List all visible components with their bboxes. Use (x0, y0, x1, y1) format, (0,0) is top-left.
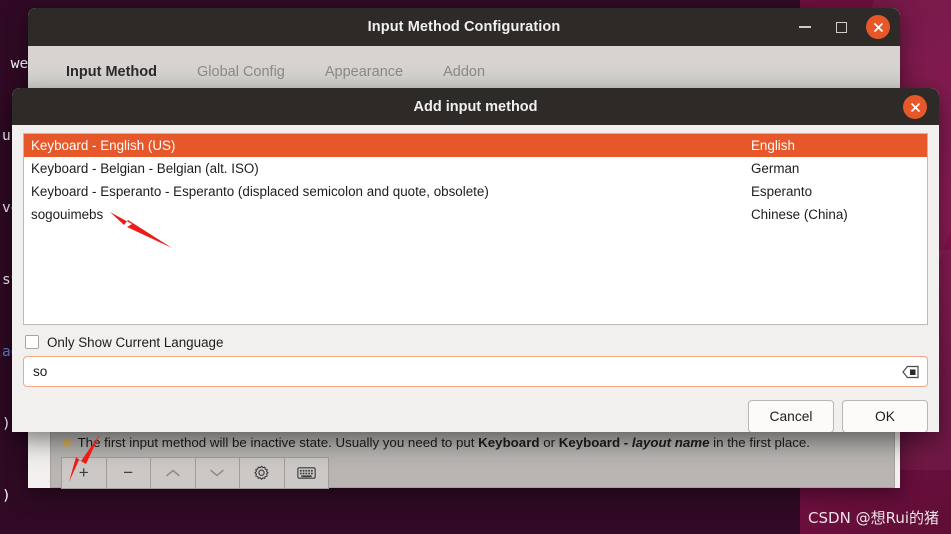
list-item-name: Keyboard - Belgian - Belgian (alt. ISO) (31, 161, 259, 176)
keyboard-icon[interactable] (284, 458, 328, 488)
desktop: were us-1.0 ve' to stalle ad ) ) ) ) ) )… (0, 0, 951, 534)
window-titlebar[interactable]: Input Method Configuration (28, 8, 900, 46)
remove-input-method-button[interactable]: − (106, 458, 151, 488)
hint-row: ★ The first input method will be inactiv… (61, 431, 894, 453)
dialog-content: Keyboard - English (US) English Keyboard… (12, 125, 939, 432)
backspace-clear-icon[interactable] (902, 365, 919, 378)
tab-bar: Input Method Global Config Appearance Ad… (28, 46, 900, 92)
dialog-titlebar[interactable]: Add input method (12, 88, 939, 125)
dialog-button-row: Cancel OK (23, 387, 928, 432)
input-method-toolbar: + − (61, 457, 329, 489)
move-up-button[interactable] (151, 458, 196, 488)
minimize-button[interactable] (794, 16, 816, 38)
input-method-hint-strip: ★ The first input method will be inactiv… (50, 426, 895, 489)
ok-button[interactable]: OK (842, 400, 928, 432)
window-title: Input Method Configuration (367, 19, 561, 35)
maximize-button[interactable] (830, 16, 852, 38)
list-item-name: Keyboard - English (US) (31, 138, 176, 153)
add-input-method-dialog: Add input method Keyboard - English (US)… (12, 88, 939, 432)
search-input-value: so (33, 364, 48, 379)
close-icon[interactable] (903, 95, 927, 119)
list-item-name: sogouimebs (31, 207, 104, 222)
list-item[interactable]: sogouimebs Chinese (China) (24, 203, 927, 226)
list-item-language: Chinese (China) (751, 207, 848, 222)
list-item-language: Esperanto (751, 184, 813, 199)
dialog-title: Add input method (413, 98, 538, 115)
only-show-current-language-checkbox[interactable] (25, 335, 39, 349)
list-item[interactable]: Keyboard - English (US) English (24, 134, 927, 157)
star-icon: ★ (61, 434, 74, 450)
input-method-list[interactable]: Keyboard - English (US) English Keyboard… (23, 133, 928, 325)
dialog-close-wrap (903, 95, 927, 119)
list-item[interactable]: Keyboard - Belgian - Belgian (alt. ISO) … (24, 157, 927, 180)
list-item[interactable]: Keyboard - Esperanto - Esperanto (displa… (24, 180, 927, 203)
move-down-button[interactable] (195, 458, 240, 488)
gear-icon[interactable] (240, 458, 285, 488)
list-item-name: Keyboard - Esperanto - Esperanto (displa… (31, 184, 489, 199)
add-input-method-button[interactable]: + (62, 458, 107, 488)
window-controls (794, 8, 890, 46)
only-show-current-language-label: Only Show Current Language (47, 334, 224, 350)
only-show-current-language-row[interactable]: Only Show Current Language (23, 328, 928, 356)
close-icon[interactable] (866, 15, 890, 39)
search-input[interactable]: so (23, 356, 928, 387)
cancel-button[interactable]: Cancel (748, 400, 834, 432)
list-item-language: English (751, 138, 795, 153)
hint-text: The first input method will be inactive … (77, 434, 810, 450)
list-item-language: German (751, 161, 800, 176)
watermark: CSDN @想Rui的猪 (808, 509, 939, 527)
